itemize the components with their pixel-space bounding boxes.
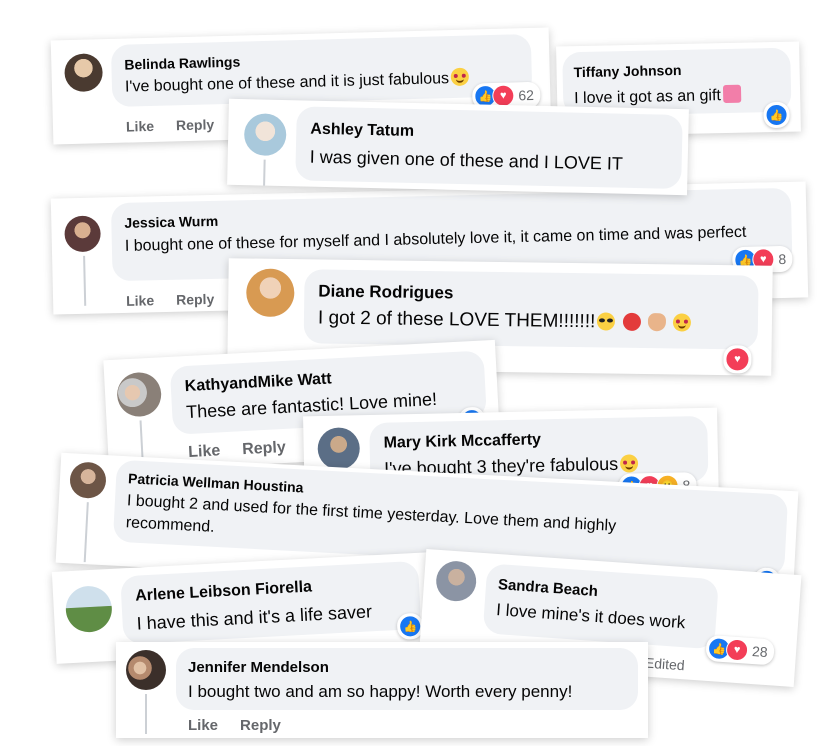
reply-button[interactable]: Reply xyxy=(242,439,286,458)
like-button[interactable]: Like xyxy=(188,442,221,461)
comment-actions: Like Reply xyxy=(188,717,303,734)
thread-line xyxy=(83,255,87,306)
thread-line xyxy=(262,159,266,190)
comment-actions: Like Reply xyxy=(188,438,308,462)
reaction-count: 8 xyxy=(778,250,787,268)
avatar[interactable] xyxy=(69,461,107,500)
love-reaction-icon: ♥ xyxy=(725,638,749,662)
call-me-hand-emoji-icon xyxy=(647,313,667,332)
commenter-name[interactable]: Tiffany Johnson xyxy=(573,62,681,80)
reaction-summary[interactable]: ♥ xyxy=(723,345,752,374)
like-button[interactable]: Like xyxy=(188,717,218,734)
commenter-name[interactable]: Belinda Rawlings xyxy=(124,54,240,73)
comment-text-content: I love it got as an gift xyxy=(574,87,722,108)
like-reaction-icon: 👍 xyxy=(398,614,422,638)
reaction-summary[interactable]: 👍 xyxy=(763,101,790,129)
commenter-name[interactable]: Jennifer Mendelson xyxy=(188,659,329,676)
avatar[interactable] xyxy=(116,371,163,418)
reply-button[interactable]: Reply xyxy=(176,116,215,133)
commenter-name[interactable]: Mary Kirk Mccafferty xyxy=(383,431,541,452)
reaction-count: 28 xyxy=(751,643,769,661)
comment-text: I love it got as an gift xyxy=(574,84,742,108)
love-reaction-icon: ♥ xyxy=(725,347,750,372)
avatar[interactable] xyxy=(434,559,478,603)
comment-card: Ashley Tatum I was given one of these an… xyxy=(227,98,689,196)
commenter-name[interactable]: Ashley Tatum xyxy=(310,121,414,141)
sunglasses-emoji-icon xyxy=(597,312,616,331)
thread-line xyxy=(145,694,147,734)
commenter-name[interactable]: Diane Rodrigues xyxy=(318,281,453,303)
thread-line xyxy=(83,502,89,563)
avatar[interactable] xyxy=(245,268,295,318)
gift-heart-emoji-icon xyxy=(722,84,742,104)
comment-text-content: I got 2 of these LOVE THEM!!!!!!! xyxy=(317,307,596,333)
edited-label: Edited xyxy=(644,654,686,674)
commenter-name[interactable]: Jessica Wurm xyxy=(124,213,218,231)
heart-eyes-emoji-icon xyxy=(619,454,639,473)
comment-actions: Like Reply xyxy=(126,116,237,135)
avatar[interactable] xyxy=(64,215,101,253)
comment-text: I bought two and am so happy! Worth ever… xyxy=(188,682,573,701)
reply-button[interactable]: Reply xyxy=(176,291,214,308)
like-button[interactable]: Like xyxy=(126,292,154,309)
comment-card: Jennifer Mendelson I bought two and am s… xyxy=(116,642,648,738)
love-reaction-icon: ♥ xyxy=(492,84,515,107)
reaction-summary[interactable]: 👍 ♥ 28 xyxy=(705,634,775,666)
hibiscus-emoji-icon xyxy=(622,312,641,331)
heart-eyes-emoji-icon xyxy=(450,67,470,87)
like-reaction-icon: 👍 xyxy=(765,103,788,127)
like-button[interactable]: Like xyxy=(126,118,154,135)
reaction-count: 62 xyxy=(518,86,535,104)
comment-actions: Like Reply xyxy=(126,290,236,309)
avatar[interactable] xyxy=(317,427,361,471)
avatar[interactable] xyxy=(64,53,104,93)
heart-eyes-emoji-icon xyxy=(673,313,692,332)
avatar[interactable] xyxy=(64,584,114,634)
avatar[interactable] xyxy=(126,650,166,690)
avatar[interactable] xyxy=(243,113,287,157)
reply-button[interactable]: Reply xyxy=(240,717,281,734)
